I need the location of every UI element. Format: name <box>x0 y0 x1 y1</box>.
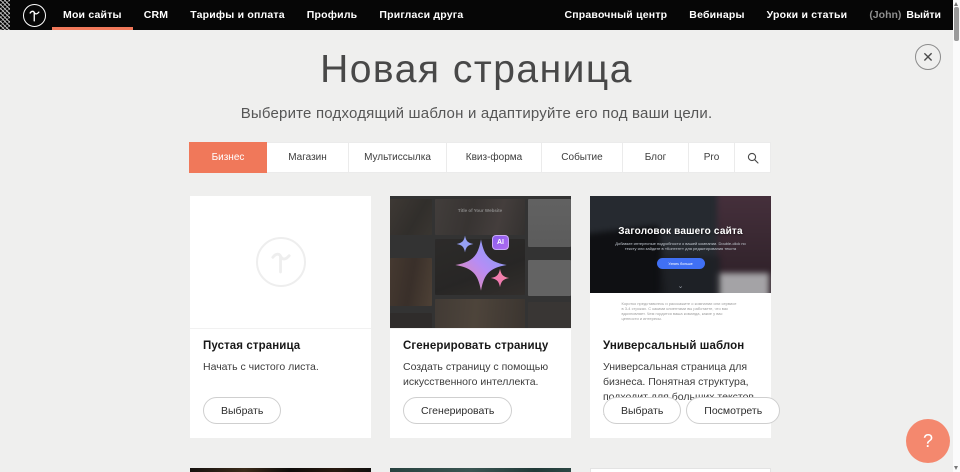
new-page-dialog: Мои сайты CRM Тарифы и оплата Профиль Пр… <box>0 0 960 472</box>
nav-help-center[interactable]: Справочный центр <box>553 0 678 30</box>
tilda-logo-icon <box>27 8 42 23</box>
template-cta-button: Узнать больше <box>657 258 705 269</box>
user-name: (John) <box>858 0 904 31</box>
nav-my-sites[interactable]: Мои сайты <box>52 0 133 30</box>
choose-universal-button[interactable]: Выбрать <box>603 397 681 424</box>
view-universal-button[interactable]: Посмотреть <box>686 397 780 424</box>
nav-tariffs[interactable]: Тарифы и оплата <box>179 0 296 30</box>
template-cards-row: Пустая страница Начать с чистого листа. … <box>190 196 771 438</box>
card-universal-template[interactable]: Заголовок вашего сайта Добавьте интересн… <box>590 196 771 438</box>
page-subtitle: Выберите подходящий шаблон и адаптируйте… <box>0 105 953 122</box>
tab-event[interactable]: Событие <box>542 142 623 173</box>
tab-blog[interactable]: Блог <box>623 142 689 173</box>
template-hero: Заголовок вашего сайта Добавьте интересн… <box>590 196 771 293</box>
card-actions: Сгенерировать <box>403 397 512 424</box>
help-button[interactable]: ? <box>906 419 950 463</box>
scrollbar-thumb[interactable] <box>954 7 959 41</box>
nav-crm[interactable]: CRM <box>133 0 180 30</box>
ai-badge: AI <box>492 235 509 250</box>
ai-preview: Title of Your Website <box>390 196 571 329</box>
template-subtext: Добавьте интересные подробности о вашей … <box>611 241 751 251</box>
tab-pro[interactable]: Pro <box>689 142 735 173</box>
tab-search[interactable] <box>735 142 771 173</box>
card-partial[interactable] <box>190 468 371 472</box>
tab-quiz-form[interactable]: Квиз-форма <box>447 142 542 173</box>
template-heading: Заголовок вашего сайта <box>618 226 743 237</box>
secondary-nav: Справочный центр Вебинары Уроки и статьи… <box>553 0 953 30</box>
card-blank-page[interactable]: Пустая страница Начать с чистого листа. … <box>190 196 371 438</box>
template-cards-row-2 <box>190 468 771 472</box>
top-navigation-bar: Мои сайты CRM Тарифы и оплата Профиль Пр… <box>0 0 953 30</box>
tab-store[interactable]: Магазин <box>267 142 349 173</box>
edge-texture <box>0 0 10 30</box>
choose-blank-button[interactable]: Выбрать <box>203 397 281 424</box>
template-category-tabs: Бизнес Магазин Мультиссылка Квиз-форма С… <box>189 142 771 173</box>
nav-invite-friend[interactable]: Пригласи друга <box>368 0 474 30</box>
template-text-section: Коротко представьтесь и расскажите о ком… <box>590 293 771 328</box>
scroll-up-arrow[interactable] <box>954 2 958 6</box>
card-title: Пустая страница <box>203 340 358 352</box>
tilda-logo[interactable] <box>23 4 46 27</box>
tilda-watermark-icon <box>256 237 306 287</box>
page-title: Новая страница <box>0 48 953 92</box>
logout-link[interactable]: Выйти <box>904 0 943 31</box>
sparkle-small-pink-icon <box>489 267 511 289</box>
tab-multilink[interactable]: Мультиссылка <box>349 142 447 173</box>
card-description: Создать страницу с помощью искусственног… <box>403 360 558 390</box>
card-body: Пустая страница Начать с чистого листа. <box>190 329 371 375</box>
card-title: Сгенерировать страницу <box>403 340 558 352</box>
scroll-down-arrow[interactable] <box>954 466 958 470</box>
search-icon <box>747 152 759 164</box>
scrollbar[interactable] <box>953 0 960 472</box>
card-actions: Выбрать Посмотреть <box>603 397 780 424</box>
card-title: Универсальный шаблон <box>603 340 758 352</box>
nav-profile[interactable]: Профиль <box>296 0 369 30</box>
blank-page-preview <box>190 196 371 329</box>
universal-preview: Заголовок вашего сайта Добавьте интересн… <box>590 196 771 329</box>
template-body-text: Коротко представьтесь и расскажите о ком… <box>622 301 740 321</box>
tab-business[interactable]: Бизнес <box>189 142 267 173</box>
card-partial[interactable] <box>390 468 571 472</box>
card-partial[interactable] <box>590 468 771 472</box>
primary-nav: Мои сайты CRM Тарифы и оплата Профиль Пр… <box>52 0 474 30</box>
nav-webinars[interactable]: Вебинары <box>678 0 755 30</box>
card-description: Начать с чистого листа. <box>203 360 358 375</box>
nav-lessons[interactable]: Уроки и статьи <box>756 0 859 30</box>
generate-button[interactable]: Сгенерировать <box>403 397 512 424</box>
card-ai-generate[interactable]: Title of Your Website <box>390 196 571 438</box>
card-actions: Выбрать <box>203 397 281 424</box>
card-body: Сгенерировать страницу Создать страницу … <box>390 329 571 390</box>
